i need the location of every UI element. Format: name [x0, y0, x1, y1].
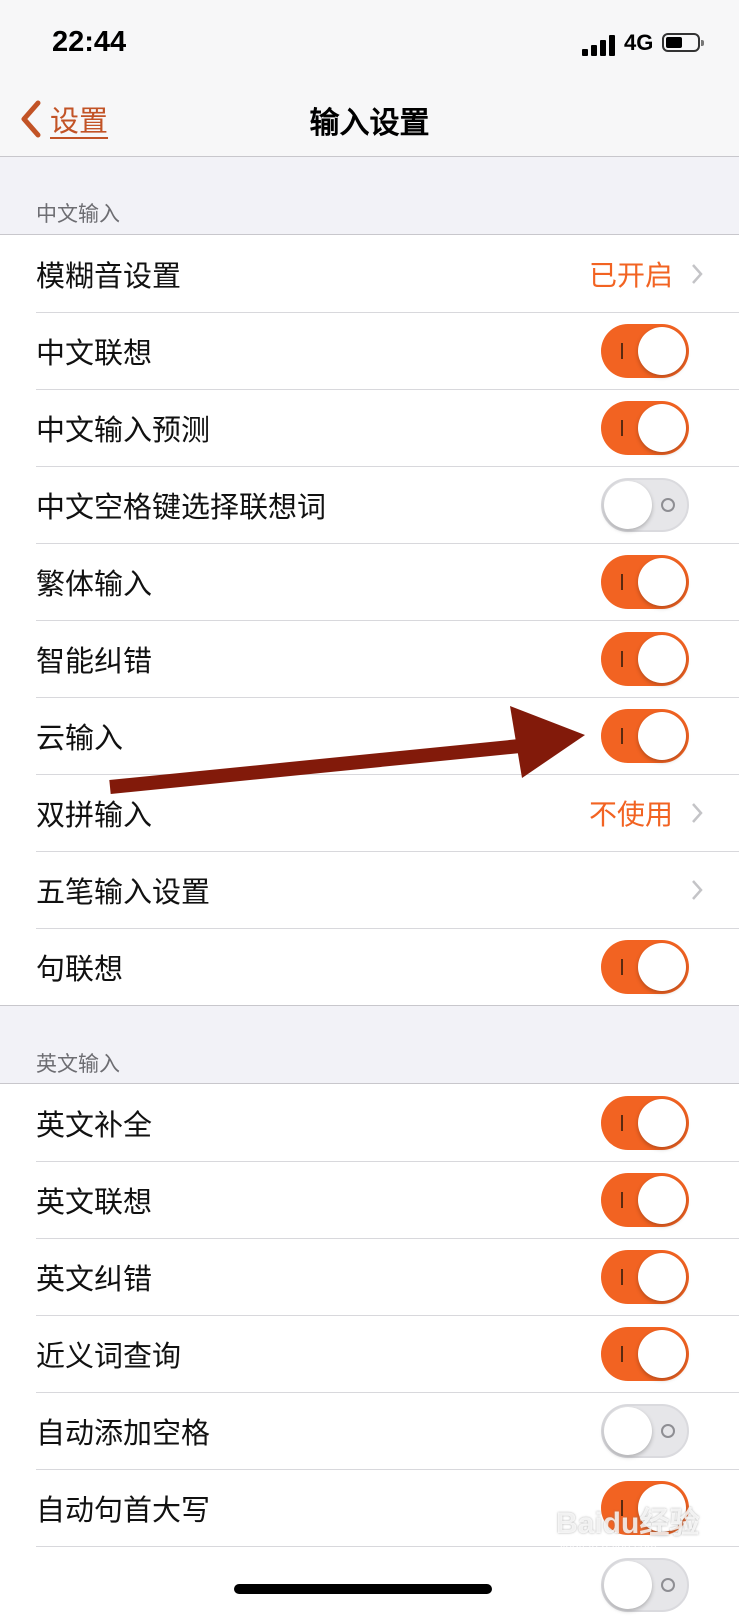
row-label: 五笔输入设置 — [36, 874, 211, 909]
toggle-switch[interactable] — [601, 939, 689, 994]
setting-row-english-completion: 英文补全 — [0, 1084, 739, 1161]
signal-strength-icon — [582, 34, 618, 56]
setting-row-cloud-input: 云输入 — [0, 697, 739, 774]
setting-row-space-select: 中文空格键选择联想词 — [0, 466, 739, 543]
setting-row-chinese-prediction: 中文输入预测 — [0, 389, 739, 466]
row-label: 自动添加空格 — [36, 1415, 211, 1450]
setting-row-smart-correction: 智能纠错 — [0, 620, 739, 697]
setting-row-traditional: 繁体输入 — [0, 543, 739, 620]
toggle-switch[interactable] — [601, 400, 689, 455]
setting-row-english-correction: 英文纠错 — [0, 1238, 739, 1315]
network-type: 4G — [624, 30, 654, 55]
battery-icon — [662, 33, 704, 52]
toggle-switch[interactable] — [601, 1403, 689, 1458]
row-label: 英文纠错 — [36, 1261, 153, 1296]
row-label: 近义词查询 — [36, 1338, 182, 1373]
row-label: 中文联想 — [36, 335, 153, 370]
setting-row-english-association: 英文联想 — [0, 1161, 739, 1238]
chevron-right-icon — [692, 802, 703, 823]
status-time: 22:44 — [52, 26, 127, 58]
row-label: 自动句首大写 — [36, 1492, 211, 1527]
row-value: 不使用 — [588, 797, 673, 831]
navigation-bar: 设置 输入设置 — [0, 88, 739, 157]
setting-row-auto-space: 自动添加空格 — [0, 1392, 739, 1469]
home-indicator[interactable] — [234, 1584, 492, 1594]
row-label: 模糊音设置 — [36, 258, 182, 293]
page-title: 输入设置 — [309, 106, 430, 141]
setting-row-sentence-association: 句联想 — [0, 928, 739, 1005]
setting-row-fuzzy-pinyin[interactable]: 模糊音设置 已开启 — [0, 235, 739, 312]
watermark-url: jingyan.baidu.com — [560, 1540, 657, 1554]
toggle-switch[interactable] — [601, 1249, 689, 1304]
setting-row-synonym-lookup: 近义词查询 — [0, 1315, 739, 1392]
row-label: 繁体输入 — [36, 566, 153, 601]
toggle-switch[interactable] — [601, 708, 689, 763]
row-label: 英文联想 — [36, 1184, 153, 1219]
toggle-switch[interactable] — [601, 477, 689, 532]
toggle-switch[interactable] — [601, 1172, 689, 1227]
section-header-english: 英文输入 — [36, 1052, 120, 1076]
setting-row-double-pinyin[interactable]: 双拼输入 不使用 — [0, 774, 739, 851]
chevron-right-icon — [692, 263, 703, 284]
chevron-right-icon — [692, 879, 703, 900]
section-header-chinese: 中文输入 — [36, 202, 120, 226]
toggle-switch[interactable] — [601, 554, 689, 609]
watermark-logo: Baidu经验 — [556, 1507, 700, 1540]
status-bar: 22:44 4G — [0, 0, 739, 88]
toggle-switch[interactable] — [601, 631, 689, 686]
toggle-switch[interactable] — [601, 1326, 689, 1381]
toggle-switch[interactable] — [601, 323, 689, 378]
row-value: 已开启 — [588, 258, 673, 292]
row-label: 双拼输入 — [36, 797, 153, 832]
row-label: 云输入 — [36, 720, 124, 755]
row-label: 句联想 — [36, 951, 124, 986]
toggle-switch[interactable] — [601, 1095, 689, 1150]
row-label: 智能纠错 — [36, 643, 153, 678]
toggle-switch[interactable] — [601, 1557, 689, 1612]
row-label: 中文输入预测 — [36, 412, 211, 447]
setting-row-wubi[interactable]: 五笔输入设置 — [0, 851, 739, 928]
settings-group-chinese: 模糊音设置 已开启 中文联想 中文输入预测 中文空格键选择联想词 繁体输入 智能… — [0, 234, 739, 1006]
setting-row-chinese-association: 中文联想 — [0, 312, 739, 389]
row-label: 英文补全 — [36, 1107, 153, 1142]
row-label: 中文空格键选择联想词 — [36, 489, 327, 524]
